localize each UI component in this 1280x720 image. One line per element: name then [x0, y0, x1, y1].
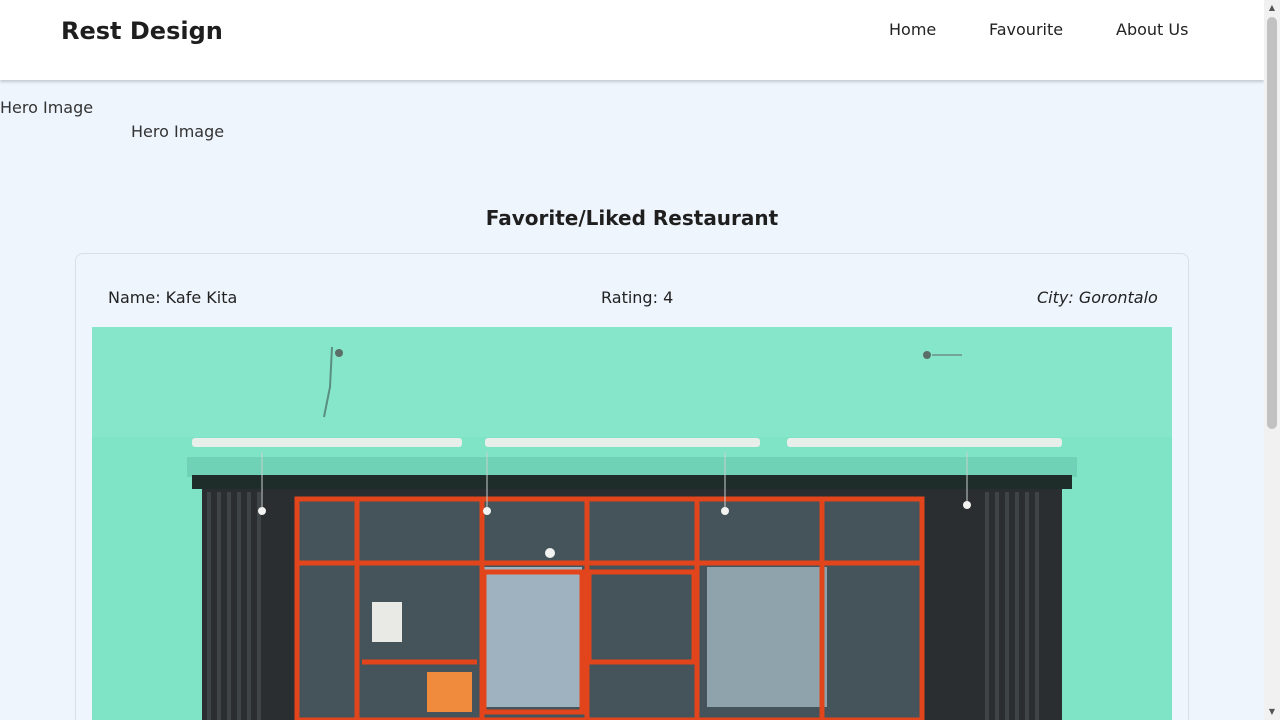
hero-image-broken: Hero Image — [0, 98, 93, 117]
hero-image-broken-secondary: Hero Image — [131, 122, 224, 141]
restaurant-city: City: Gorontalo — [1037, 288, 1158, 307]
restaurant-rating: Rating: 4 — [601, 288, 674, 307]
scrollbar-thumb[interactable] — [1267, 17, 1277, 429]
restaurant-photo[interactable] — [92, 327, 1172, 720]
scroll-up-icon[interactable]: ▲ — [1264, 0, 1280, 16]
restaurant-storefront-image — [92, 327, 1172, 720]
navbar: Rest Design Home Favourite About Us — [0, 0, 1264, 80]
nav-link-home[interactable]: Home — [889, 20, 936, 39]
hero-image-alt: Hero Image — [0, 98, 94, 117]
section-title: Favorite/Liked Restaurant — [485, 206, 779, 230]
brand-logo[interactable]: Rest Design — [61, 17, 223, 45]
page-scrollbar[interactable]: ▲ ▼ — [1264, 0, 1280, 720]
nav-link-favourite[interactable]: Favourite — [989, 20, 1063, 39]
hero-image-alt-secondary: Hero Image — [131, 122, 225, 141]
nav-link-about-us[interactable]: About Us — [1116, 20, 1188, 39]
restaurant-name: Name: Kafe Kita — [108, 288, 238, 307]
scroll-down-icon[interactable]: ▼ — [1264, 704, 1280, 720]
